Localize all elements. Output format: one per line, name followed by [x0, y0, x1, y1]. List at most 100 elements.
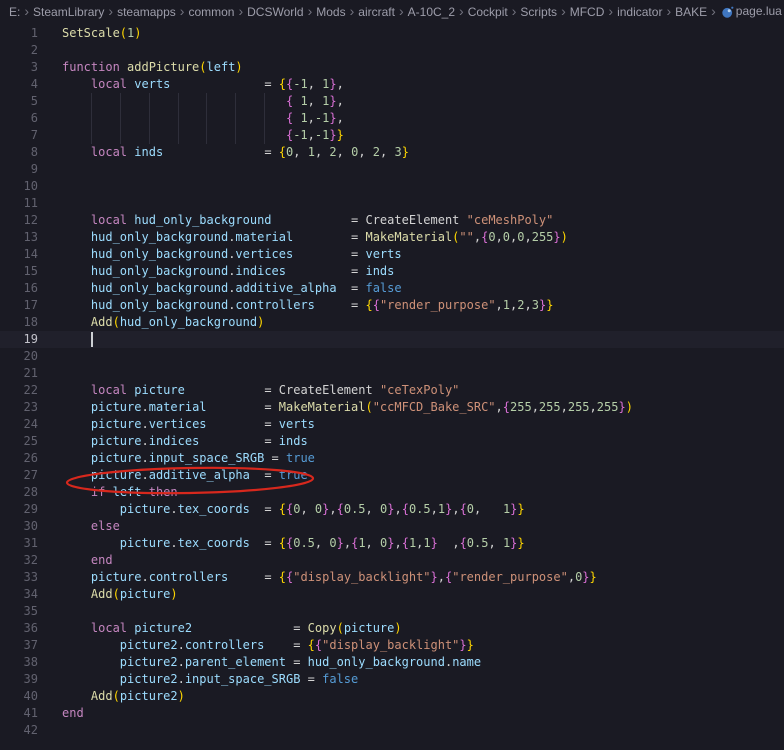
code-text: picture.vertices = verts	[90, 417, 315, 431]
line-number: 17	[23, 298, 38, 312]
breadcrumb-item[interactable]: A-10C_2	[408, 5, 455, 19]
code-line[interactable]: 31 picture.tex_coords = {{0.5, 0},{1, 0}…	[0, 535, 784, 552]
code-line[interactable]: 37 picture2.controllers = {{"display_bac…	[0, 637, 784, 654]
line-number: 14	[23, 247, 38, 261]
indent-guide	[206, 110, 208, 127]
indent-guide	[264, 127, 266, 144]
code-line[interactable]: 10	[0, 178, 784, 195]
code-line[interactable]: 30 else	[0, 518, 784, 535]
code-line[interactable]: 17 hud_only_background.controllers = {{"…	[0, 297, 784, 314]
code-line[interactable]: 40 Add(picture2)	[0, 688, 784, 705]
code-text: hud_only_background.material = MakeMater…	[90, 230, 568, 244]
indent-guide	[177, 110, 179, 127]
code-line[interactable]: 34 Add(picture)	[0, 586, 784, 603]
code-line[interactable]: 20	[0, 348, 784, 365]
code-line[interactable]: 11	[0, 195, 784, 212]
text-cursor	[90, 332, 93, 347]
code-line[interactable]: 1 SetScale(1)	[0, 25, 784, 42]
code-line[interactable]: 16 hud_only_background.additive_alpha = …	[0, 280, 784, 297]
line-number: 9	[30, 162, 38, 176]
code-line[interactable]: 39 picture2.input_space_SRGB = false	[0, 671, 784, 688]
indent-guide	[235, 110, 237, 127]
breadcrumb-file-name[interactable]: page.lua	[736, 4, 782, 18]
code-line[interactable]: 7 {-1,-1}}	[0, 127, 784, 144]
code-line[interactable]: 33 picture.controllers = {{"display_back…	[0, 569, 784, 586]
chevron-right-icon: ›	[561, 2, 566, 19]
breadcrumb-item[interactable]: Mods	[316, 5, 345, 19]
code-line[interactable]: 2	[0, 42, 784, 59]
breadcrumb-item[interactable]: Cockpit	[468, 5, 508, 19]
indent-guide	[235, 93, 237, 110]
code-line[interactable]: 41 end	[0, 705, 784, 722]
code-text: local picture2 = Copy(picture)	[90, 621, 402, 635]
line-number: 31	[23, 536, 38, 550]
code-line[interactable]: 38 picture2.parent_element = hud_only_ba…	[0, 654, 784, 671]
code-line[interactable]: 9	[0, 161, 784, 178]
breadcrumb-item[interactable]: MFCD	[570, 5, 605, 19]
code-line[interactable]: 26 picture.input_space_SRGB = true	[0, 450, 784, 467]
breadcrumb-item[interactable]: common	[188, 5, 234, 19]
code-line[interactable]: 5 { 1, 1},	[0, 93, 784, 110]
code-text: picture2.parent_element = hud_only_backg…	[119, 655, 482, 669]
chevron-right-icon: ›	[179, 2, 185, 19]
code-text: { 1,-1},	[285, 111, 344, 125]
code-line[interactable]: 18 Add(hud_only_background)	[0, 314, 784, 331]
code-line[interactable]: 25 picture.indices = inds	[0, 433, 784, 450]
code-line[interactable]: 3 function addPicture(left)	[0, 59, 784, 76]
code-line[interactable]: 23 picture.material = MakeMaterial("ccMF…	[0, 399, 784, 416]
line-number: 41	[23, 706, 38, 720]
indent-guide	[148, 127, 150, 144]
code-line[interactable]: 12 local hud_only_background = CreateEle…	[0, 212, 784, 229]
code-line[interactable]: 24 picture.vertices = verts	[0, 416, 784, 433]
code-line[interactable]: 4 local verts = {{-1, 1},	[0, 76, 784, 93]
line-number: 19	[23, 332, 38, 346]
code-line[interactable]: 36 local picture2 = Copy(picture)	[0, 620, 784, 637]
code-line[interactable]: 28 if left then	[0, 484, 784, 501]
code-line[interactable]: 6 { 1,-1},	[0, 110, 784, 127]
breadcrumb-item[interactable]: BAKE	[675, 5, 707, 19]
breadcrumb-item[interactable]: steamapps	[117, 5, 176, 19]
indent-guide	[148, 110, 150, 127]
code-text: SetScale(1)	[62, 26, 142, 40]
code-line[interactable]: 19	[0, 331, 784, 348]
chevron-right-icon: ›	[711, 2, 716, 19]
breadcrumb-item[interactable]: DCSWorld	[247, 5, 303, 19]
code-line[interactable]: 42	[0, 722, 784, 739]
code-line[interactable]: 29 picture.tex_coords = {{0, 0},{0.5, 0}…	[0, 501, 784, 518]
code-line[interactable]: 14 hud_only_background.vertices = verts	[0, 246, 784, 263]
code-line[interactable]: 21	[0, 365, 784, 382]
code-line[interactable]: 8 local inds = {0, 1, 2, 0, 2, 3}	[0, 144, 784, 161]
code-line[interactable]: 32 end	[0, 552, 784, 569]
code-line[interactable]: 22 local picture = CreateElement "ceTexP…	[0, 382, 784, 399]
chevron-right-icon: ›	[24, 2, 30, 19]
line-number: 33	[23, 570, 38, 584]
chevron-right-icon: ›	[666, 2, 672, 19]
code-line[interactable]: 15 hud_only_background.indices = inds	[0, 263, 784, 280]
breadcrumb: E: › SteamLibrary › steamapps › common › DCSWorl…	[0, 0, 784, 22]
indent-guide	[148, 93, 150, 110]
line-number: 37	[23, 638, 38, 652]
code-text: local picture = CreateElement "ceTexPoly…	[90, 383, 460, 397]
line-number: 24	[23, 417, 38, 431]
code-line[interactable]: 13 hud_only_background.material = MakeMa…	[0, 229, 784, 246]
code-line[interactable]: 35	[0, 603, 784, 620]
line-number: 13	[23, 230, 38, 244]
indent-guide	[206, 127, 208, 144]
line-number: 15	[23, 264, 38, 278]
line-number: 30	[23, 519, 38, 533]
breadcrumb-item[interactable]: indicator	[617, 5, 662, 19]
indent-guide	[177, 127, 179, 144]
line-number: 8	[30, 145, 38, 159]
breadcrumb-item[interactable]: Scripts	[520, 5, 557, 19]
breadcrumb-item[interactable]: E:	[9, 5, 20, 19]
breadcrumb-item[interactable]: aircraft	[358, 5, 395, 19]
line-number: 25	[23, 434, 38, 448]
code-line[interactable]: 27 picture.additive_alpha = true	[0, 467, 784, 484]
chevron-right-icon: ›	[108, 2, 114, 19]
code-text: Add(picture2)	[90, 689, 185, 703]
breadcrumb-item[interactable]: SteamLibrary	[33, 5, 104, 19]
line-number: 5	[30, 94, 38, 108]
